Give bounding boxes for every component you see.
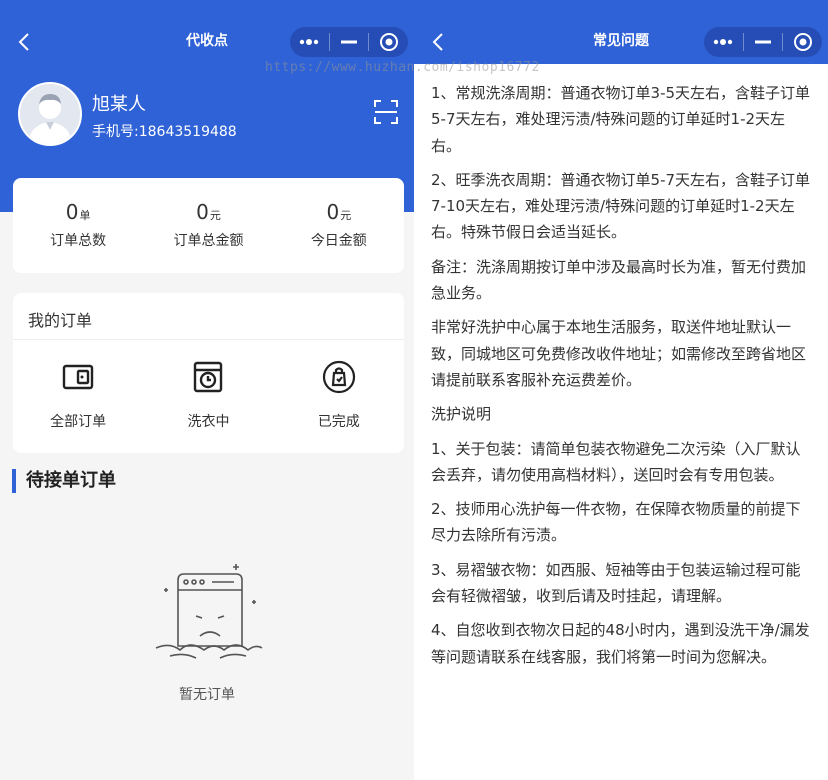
chevron-left-icon bbox=[18, 33, 29, 51]
faq-paragraph: 非常好洗护中心属于本地生活服务，取送件地址默认一致，同城地区可免费修改收件地址；… bbox=[431, 318, 807, 389]
faq-paragraph: 2、技师用心洗护每一件衣物，在保障衣物质量的前提下尽力去除所有污渍。 bbox=[431, 500, 801, 545]
miniprogram-capsule bbox=[290, 27, 408, 57]
back-button[interactable] bbox=[14, 28, 36, 56]
stat-today-amount[interactable]: 0元 今日金额 bbox=[274, 178, 404, 273]
user-phone: 手机号:18643519488 bbox=[92, 124, 237, 140]
user-silhouette-icon bbox=[20, 84, 80, 144]
stat-unit: 元 bbox=[340, 209, 352, 222]
more-dots-icon bbox=[300, 39, 319, 45]
right-nav-bar: 常见问题 bbox=[414, 0, 828, 64]
empty-box-illustration-icon bbox=[155, 564, 263, 659]
stat-label: 订单总金额 bbox=[173, 233, 244, 249]
stat-order-count[interactable]: 0单 订单总数 bbox=[13, 178, 143, 273]
minus-icon bbox=[341, 40, 357, 44]
target-circle-icon bbox=[379, 33, 398, 51]
scan-button[interactable] bbox=[373, 99, 399, 125]
faq-paragraph: 2、旺季洗衣周期：普通衣物订单5-7天左右，含鞋子订单7-10天左右，难处理污渍… bbox=[431, 170, 811, 242]
stat-value: 0 bbox=[65, 200, 79, 224]
order-shortcuts: 全部订单 洗衣中 已完成 bbox=[13, 359, 404, 431]
more-button[interactable] bbox=[704, 27, 743, 57]
faq-paragraph: 4、自您收到衣物次日起的48小时内，遇到没洗干净/漏发等问题请联系在线客服，我们… bbox=[431, 621, 810, 666]
minimize-button[interactable] bbox=[744, 27, 783, 57]
chevron-left-icon bbox=[432, 33, 443, 51]
faq-paragraph: 1、常规洗涤周期：普通衣物订单3-5天左右，含鞋子订单5-7天左右，难处理污渍/… bbox=[431, 84, 811, 155]
minimize-button[interactable] bbox=[330, 27, 369, 57]
stat-label: 订单总数 bbox=[50, 233, 107, 249]
faq-paragraph: 3、易褶皱衣物：如西服、短袖等由于包装运输过程可能会有轻微褶皱，收到后请及时挂起… bbox=[431, 560, 801, 606]
laundry-bag-icon bbox=[322, 360, 355, 394]
my-orders-card: 我的订单 全部订单 洗衣中 已完成 bbox=[13, 293, 404, 453]
order-shortcut-label: 全部订单 bbox=[50, 414, 107, 430]
empty-state-text: 暂无订单 bbox=[179, 687, 235, 703]
more-button[interactable] bbox=[290, 27, 329, 57]
close-miniprogram-button[interactable] bbox=[369, 27, 408, 57]
stat-unit: 单 bbox=[79, 209, 91, 222]
stat-order-amount[interactable]: 0元 订单总金额 bbox=[143, 178, 273, 273]
faq-paragraph: 备注：洗涤周期按订单中涉及最高时长为准，暂无付费加急业务。 bbox=[431, 257, 807, 303]
order-shortcut-completed[interactable]: 已完成 bbox=[274, 359, 404, 431]
stat-unit: 元 bbox=[209, 209, 221, 222]
order-shortcut-washing[interactable]: 洗衣中 bbox=[143, 359, 273, 431]
left-screen-member-center: 代收点 旭某人 手机号:18643519488 0单 订单总数 0元 订单总金额… bbox=[0, 0, 414, 780]
stats-card: 0单 订单总数 0元 订单总金额 0元 今日金额 bbox=[13, 178, 404, 273]
back-button[interactable] bbox=[428, 28, 450, 56]
faq-content: 1、常规洗涤周期：普通衣物订单3-5天左右，含鞋子订单5-7天左右，难处理污渍/… bbox=[431, 80, 815, 678]
pending-orders-heading: 待接单订单 bbox=[12, 469, 116, 493]
my-orders-title: 我的订单 bbox=[28, 311, 93, 330]
left-nav-bar: 代收点 bbox=[0, 0, 414, 84]
stat-value: 0 bbox=[196, 200, 209, 224]
user-name: 旭某人 bbox=[92, 94, 146, 115]
right-screen-faq: 常见问题 1、常规洗涤周期：普通衣物订单3-5天左右，含鞋子订单5-7天左右，难… bbox=[414, 0, 828, 780]
target-circle-icon bbox=[793, 33, 812, 51]
more-dots-icon bbox=[714, 39, 733, 45]
divider bbox=[13, 339, 404, 340]
close-miniprogram-button[interactable] bbox=[783, 27, 822, 57]
order-shortcut-label: 洗衣中 bbox=[187, 414, 230, 430]
order-shortcut-all[interactable]: 全部订单 bbox=[13, 359, 143, 431]
order-shortcut-label: 已完成 bbox=[317, 414, 360, 430]
faq-paragraph: 1、关于包装：请简单包装衣物避免二次污染（入厂默认会丢弃，请勿使用高档材料），送… bbox=[431, 439, 801, 484]
stat-label: 今日金额 bbox=[310, 233, 367, 249]
miniprogram-capsule bbox=[704, 27, 822, 57]
avatar[interactable] bbox=[18, 82, 82, 146]
washing-machine-icon bbox=[194, 361, 223, 393]
faq-section-heading: 洗护说明 bbox=[431, 405, 492, 424]
wallet-icon bbox=[62, 364, 94, 390]
stat-value: 0 bbox=[326, 200, 340, 224]
scan-icon bbox=[374, 100, 398, 124]
minus-icon bbox=[755, 40, 771, 44]
